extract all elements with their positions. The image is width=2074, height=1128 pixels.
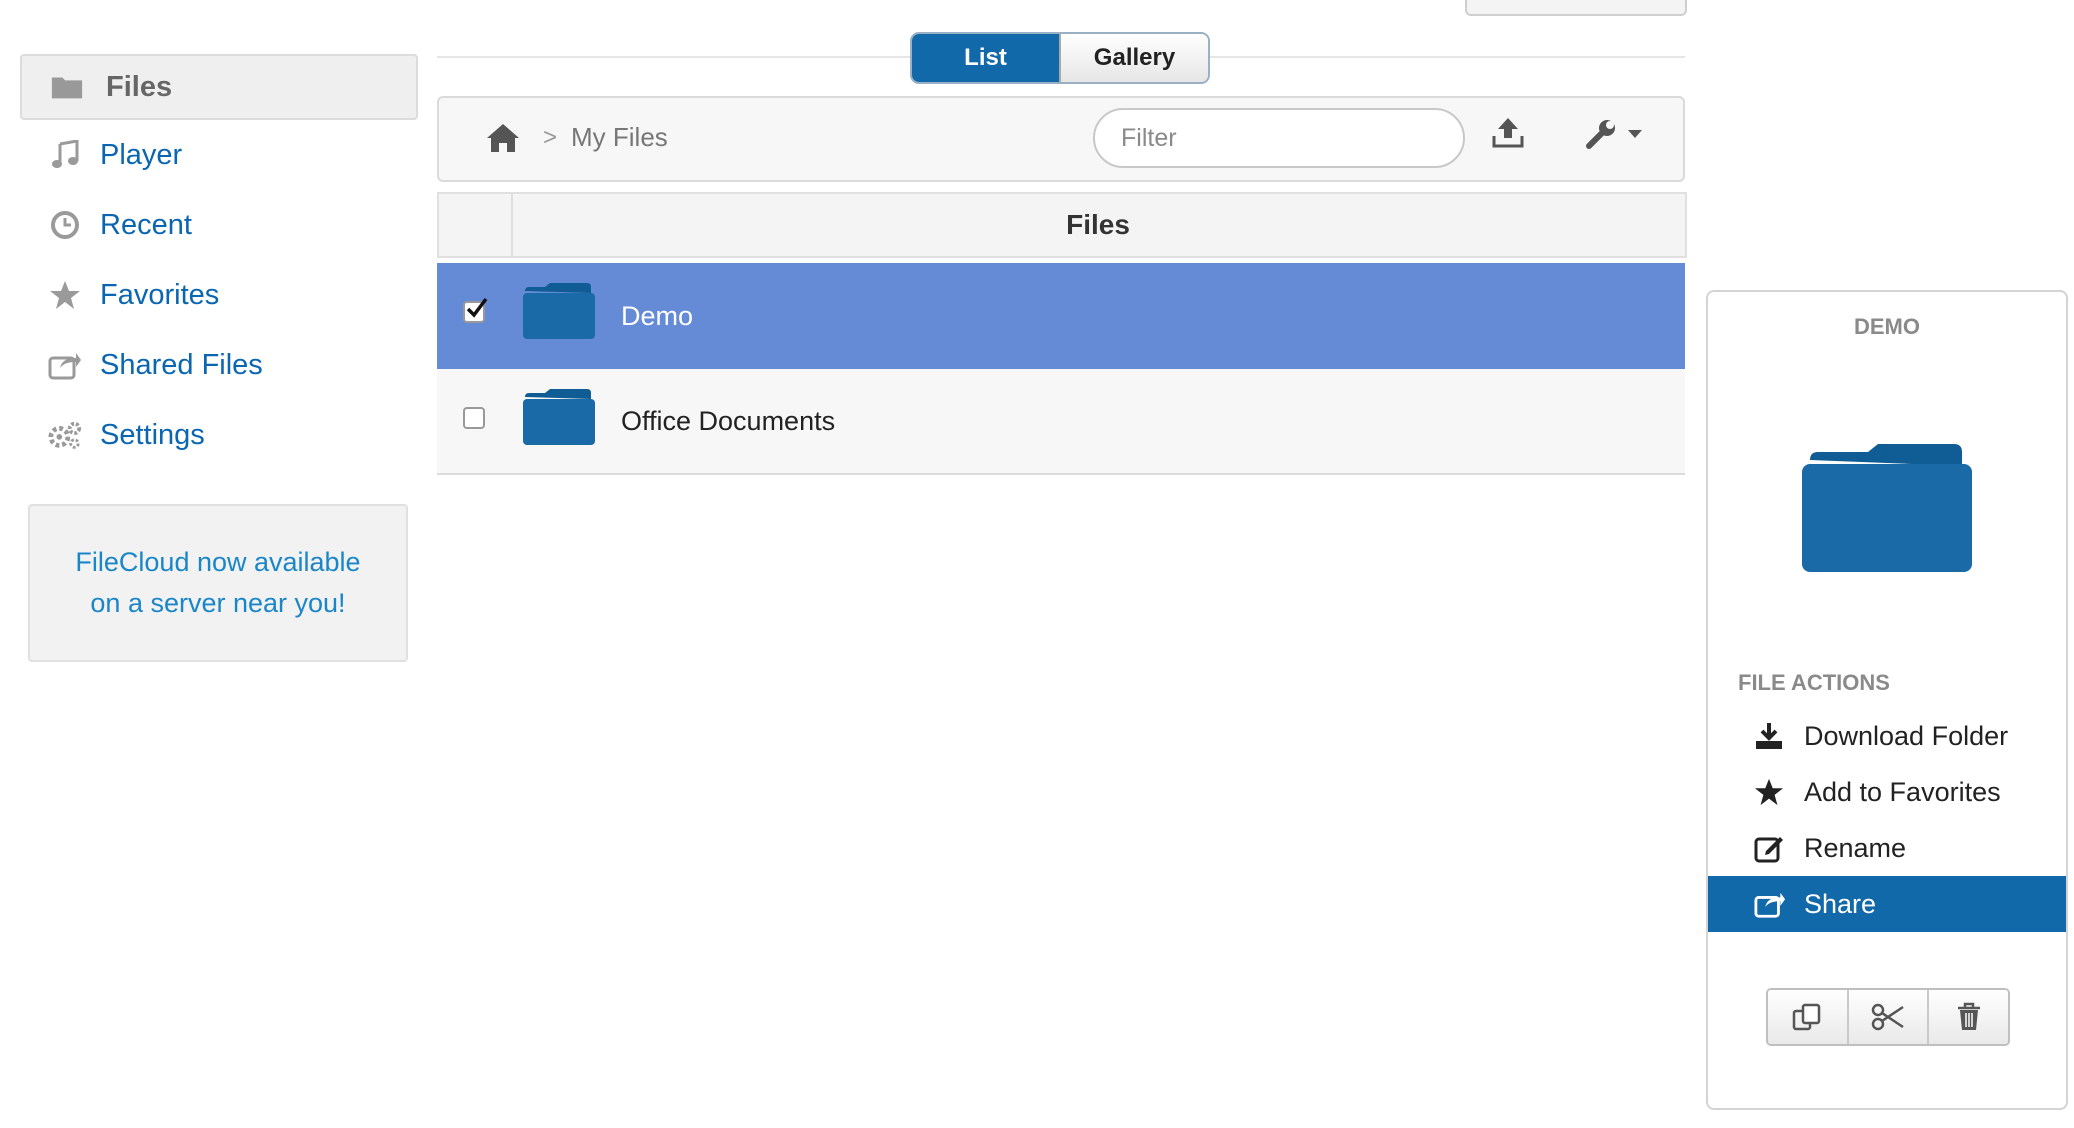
list-view-button[interactable]: List — [912, 34, 1059, 82]
filter-input[interactable] — [1093, 108, 1465, 168]
sidebar-item-label: Settings — [100, 418, 205, 451]
action-label: Add to Favorites — [1804, 776, 2001, 807]
sidebar-item-label: Player — [100, 138, 183, 171]
file-actions-heading: FILE ACTIONS — [1738, 670, 1890, 695]
home-icon[interactable] — [485, 122, 521, 154]
file-toolbar: > My Files — [437, 96, 1685, 182]
sidebar-item-label: Favorites — [100, 278, 220, 311]
action-label: Share — [1804, 888, 1877, 919]
sidebar-item-player[interactable]: Player — [20, 120, 418, 190]
table-row[interactable]: Demo — [437, 263, 1685, 369]
files-column-header: Files — [1066, 209, 1130, 240]
row-checkbox[interactable] — [463, 407, 485, 429]
action-label: Download Folder — [1804, 720, 2009, 751]
copy-button[interactable] — [1768, 990, 1847, 1044]
folder-icon — [523, 387, 595, 447]
rename-action[interactable]: Rename — [1708, 820, 2066, 876]
promo-line: FileCloud now available — [75, 547, 361, 577]
promo-banner[interactable]: FileCloud now available on a server near… — [28, 504, 408, 662]
share-icon — [48, 348, 82, 382]
gears-icon — [48, 418, 82, 452]
file-name: Demo — [621, 300, 694, 331]
sidebar-item-files[interactable]: Files — [20, 54, 418, 120]
star-icon — [48, 278, 82, 312]
promo-line: on a server near you! — [90, 588, 346, 618]
sidebar-item-label: Recent — [100, 208, 192, 241]
select-column-header — [439, 194, 513, 256]
gallery-view-button[interactable]: Gallery — [1059, 34, 1208, 82]
trash-icon — [1957, 1002, 1980, 1030]
panel-title: DEMO — [1854, 314, 1920, 339]
tools-menu-button[interactable] — [1585, 118, 1643, 150]
star-icon — [1754, 777, 1784, 807]
download-folder-action[interactable]: Download Folder — [1708, 708, 2066, 764]
table-row[interactable]: Office Documents — [437, 369, 1685, 475]
edit-icon — [1754, 833, 1784, 863]
share-icon — [1754, 889, 1786, 919]
folder-icon — [523, 281, 595, 341]
upload-icon[interactable] — [1491, 116, 1525, 148]
sidebar-item-label: Files — [106, 70, 173, 103]
delete-button[interactable] — [1927, 990, 2008, 1044]
wrench-icon — [1586, 120, 1615, 149]
row-checkbox[interactable] — [463, 297, 488, 323]
folder-icon — [50, 70, 84, 104]
sidebar-item-recent[interactable]: Recent — [20, 190, 418, 260]
panel-button-group — [1766, 988, 2010, 1046]
breadcrumb-separator: > — [543, 124, 558, 151]
check-icon — [466, 297, 488, 318]
sidebar-item-favorites[interactable]: Favorites — [20, 260, 418, 330]
sidebar-item-label: Shared Files — [100, 348, 263, 381]
copy-icon — [1793, 1003, 1821, 1031]
details-panel: DEMO FILE ACTIONS Download Folder Add to… — [1706, 290, 2068, 1110]
download-icon — [1754, 721, 1784, 751]
action-label: Rename — [1804, 832, 1907, 863]
sidebar-item-settings[interactable]: Settings — [20, 400, 418, 470]
music-icon — [48, 138, 82, 172]
breadcrumb-current[interactable]: My Files — [571, 122, 668, 153]
add-to-favorites-action[interactable]: Add to Favorites — [1708, 764, 2066, 820]
top-button-stub[interactable] — [1465, 0, 1687, 16]
sidebar: Files Player Recent Favorites Shared Fil… — [20, 54, 418, 470]
folder-icon — [1802, 436, 1972, 576]
clock-icon — [48, 208, 82, 242]
table-header: Files — [437, 192, 1687, 258]
view-toggle: List Gallery — [910, 32, 1210, 84]
cut-button[interactable] — [1846, 990, 1928, 1044]
scissors-icon — [1871, 1003, 1904, 1031]
caret-down-icon — [1628, 130, 1642, 138]
share-action[interactable]: Share — [1708, 876, 2066, 932]
file-name: Office Documents — [621, 405, 836, 436]
sidebar-item-shared-files[interactable]: Shared Files — [20, 330, 418, 400]
